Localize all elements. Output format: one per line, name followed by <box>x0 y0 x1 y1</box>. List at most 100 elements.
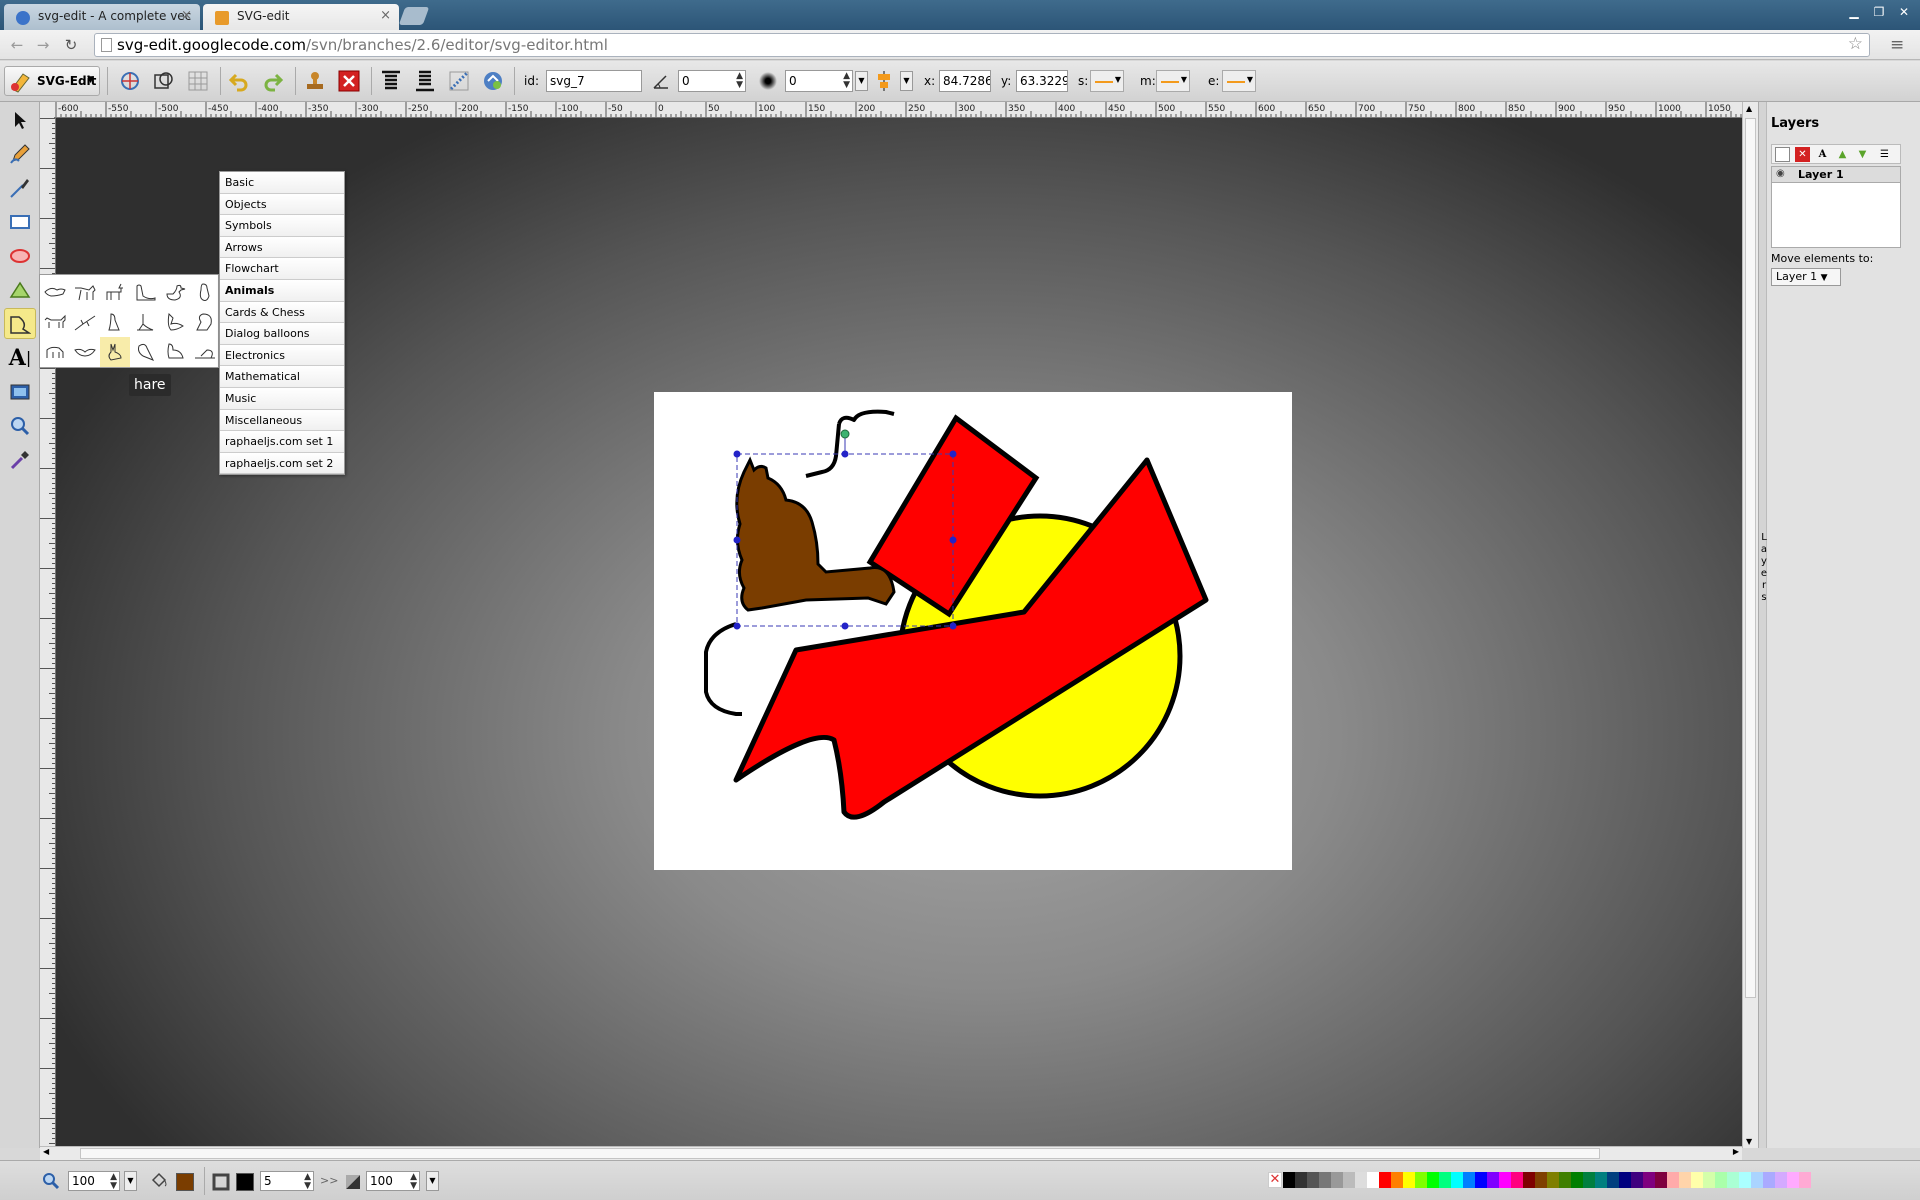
zoom-dropdown[interactable]: ▼ <box>124 1171 137 1191</box>
shape-fish[interactable] <box>40 277 70 307</box>
opacity-dropdown[interactable]: ▼ <box>426 1171 439 1191</box>
category-basic[interactable]: Basic <box>220 172 344 194</box>
undo-button[interactable] <box>225 67 253 95</box>
category-music[interactable]: Music <box>220 387 344 410</box>
zoom-input[interactable]: 100 ▲ ▼ <box>68 1171 120 1191</box>
main-menu-button[interactable]: SVG-Edit ▼ <box>4 66 100 96</box>
palette-swatch[interactable] <box>1451 1172 1463 1188</box>
mid-marker-select[interactable]: ▼ <box>1156 70 1190 92</box>
palette-swatch[interactable] <box>1463 1172 1475 1188</box>
move-to-bottom-button[interactable] <box>411 67 439 95</box>
shape-deer[interactable] <box>100 277 130 307</box>
palette-swatch[interactable] <box>1691 1172 1703 1188</box>
align-dropdown[interactable]: ▼ <box>900 71 913 91</box>
close-window-icon[interactable]: ✕ <box>1893 4 1915 20</box>
align-icon[interactable] <box>872 69 896 93</box>
shape-elephant[interactable] <box>40 337 70 367</box>
back-arrow-icon[interactable]: ← <box>6 35 28 55</box>
palette-swatch[interactable] <box>1331 1172 1343 1188</box>
category-arrows[interactable]: Arrows <box>220 236 344 259</box>
scroll-up-icon[interactable]: ▲ <box>1746 104 1752 113</box>
scroll-thumb[interactable] <box>1745 118 1756 998</box>
palette-swatch[interactable] <box>1415 1172 1427 1188</box>
palette-swatch[interactable] <box>1667 1172 1679 1188</box>
image-tool[interactable] <box>4 376 36 407</box>
palette-swatch[interactable] <box>1283 1172 1295 1188</box>
category-dialog-balloons[interactable]: Dialog balloons <box>220 323 344 345</box>
palette-swatch[interactable] <box>1391 1172 1403 1188</box>
palette-swatch[interactable] <box>1607 1172 1619 1188</box>
id-input[interactable]: svg_7 <box>546 70 642 92</box>
palette-swatch[interactable] <box>1703 1172 1715 1188</box>
category-symbols[interactable]: Symbols <box>220 215 344 237</box>
line-tool[interactable] <box>4 172 36 203</box>
drawing[interactable] <box>654 392 1292 870</box>
rectangle-tool[interactable] <box>4 206 36 237</box>
grid-toggle-button[interactable] <box>184 67 212 95</box>
resize-handle-nw[interactable] <box>733 450 741 458</box>
palette-swatch[interactable] <box>1799 1172 1811 1188</box>
category-objects[interactable]: Objects <box>220 193 344 216</box>
layer-row[interactable]: ◉ Layer 1 <box>1772 167 1900 183</box>
shape-bat[interactable] <box>70 337 100 367</box>
convert-to-path-button[interactable] <box>445 67 473 95</box>
resize-handle-sw[interactable] <box>733 622 741 630</box>
stroke-color-swatch[interactable] <box>236 1173 254 1191</box>
palette-swatch[interactable] <box>1367 1172 1379 1188</box>
resize-handle-se[interactable] <box>949 622 957 630</box>
spinner-arrows-icon[interactable]: ▲ ▼ <box>304 1173 311 1191</box>
category-mathematical[interactable]: Mathematical <box>220 366 344 388</box>
forward-arrow-icon[interactable]: → <box>32 35 54 55</box>
browser-tab-active[interactable]: SVG-edit × <box>203 4 399 30</box>
palette-swatch[interactable] <box>1307 1172 1319 1188</box>
category-electronics[interactable]: Electronics <box>220 344 344 367</box>
rotate-handle[interactable] <box>840 429 850 439</box>
scroll-thumb[interactable] <box>80 1148 1600 1159</box>
shape-penguin[interactable] <box>190 277 220 307</box>
shape-dog[interactable] <box>40 307 70 337</box>
redo-button[interactable] <box>259 67 287 95</box>
shape-heron[interactable] <box>130 307 160 337</box>
close-tab-icon[interactable]: × <box>181 8 192 23</box>
palette-swatch[interactable] <box>1595 1172 1607 1188</box>
spinner-arrows-icon[interactable]: ▲ ▼ <box>736 72 743 90</box>
scroll-down-icon[interactable]: ▼ <box>1746 1137 1752 1146</box>
shape-squirrel[interactable] <box>190 307 220 337</box>
palette-swatch[interactable] <box>1355 1172 1367 1188</box>
minimize-window-icon[interactable]: ▁ <box>1843 4 1865 20</box>
address-bar[interactable]: svg-edit.googlecode.com/svn/branches/2.6… <box>94 33 1870 57</box>
palette-swatch[interactable] <box>1679 1172 1691 1188</box>
resize-handle-e[interactable] <box>949 536 957 544</box>
palette-swatch[interactable] <box>1319 1172 1331 1188</box>
layer-menu-button[interactable]: ☰ <box>1877 147 1892 162</box>
palette-swatch[interactable] <box>1343 1172 1355 1188</box>
select-tool[interactable] <box>4 104 36 135</box>
horizontal-scrollbar[interactable]: ◀ ▶ <box>40 1146 1742 1160</box>
x-input[interactable]: 84.72863 <box>939 70 991 92</box>
palette-swatch[interactable] <box>1775 1172 1787 1188</box>
delete-button[interactable] <box>335 67 363 95</box>
palette-swatch[interactable] <box>1787 1172 1799 1188</box>
palette-swatch[interactable] <box>1655 1172 1667 1188</box>
palette-swatch[interactable] <box>1619 1172 1631 1188</box>
new-layer-button[interactable] <box>1775 147 1790 162</box>
palette-swatch[interactable] <box>1499 1172 1511 1188</box>
y-input[interactable]: 63.32293 <box>1016 70 1068 92</box>
eyedropper-tool[interactable] <box>4 444 36 475</box>
category-raphaeljs-set-1[interactable]: raphaeljs.com set 1 <box>220 431 344 453</box>
move-layer-down-button[interactable]: ▼ <box>1855 147 1870 162</box>
shape-bird[interactable] <box>100 307 130 337</box>
reorient-path-button[interactable] <box>479 67 507 95</box>
pencil-tool[interactable] <box>4 138 36 169</box>
palette-swatch[interactable] <box>1763 1172 1775 1188</box>
clone-button[interactable] <box>301 67 329 95</box>
palette-swatch[interactable] <box>1487 1172 1499 1188</box>
palette-swatch[interactable] <box>1427 1172 1439 1188</box>
close-tab-icon[interactable]: × <box>380 8 391 23</box>
palette-swatch[interactable] <box>1547 1172 1559 1188</box>
category-flowchart[interactable]: Flowchart <box>220 258 344 280</box>
palette-swatch[interactable] <box>1631 1172 1643 1188</box>
no-color-swatch[interactable]: ✕ <box>1268 1172 1282 1188</box>
blur-input[interactable]: 0 ▲ ▼ <box>785 70 853 92</box>
text-tool[interactable]: A | <box>4 342 36 373</box>
